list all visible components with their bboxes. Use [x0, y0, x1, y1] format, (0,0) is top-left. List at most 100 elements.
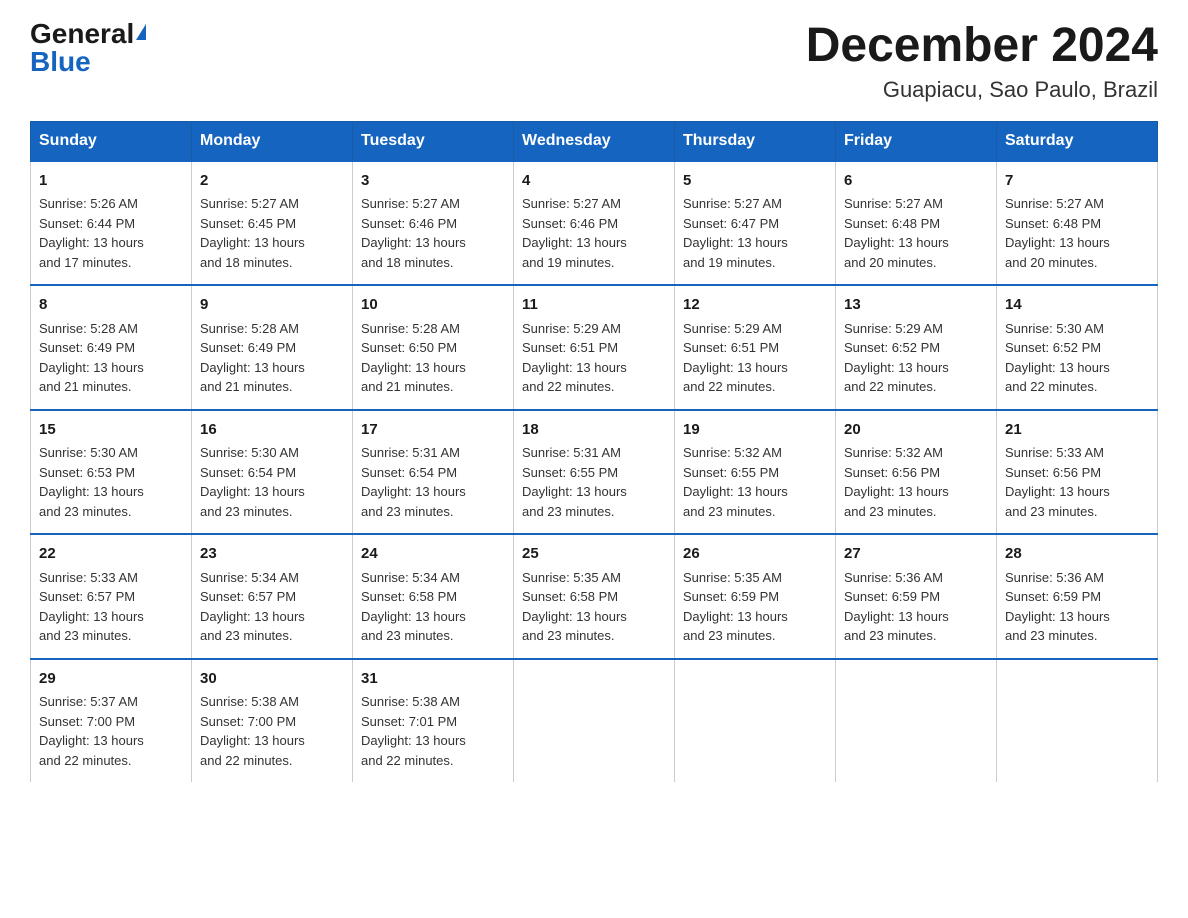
- table-row: 6 Sunrise: 5:27 AMSunset: 6:48 PMDayligh…: [836, 161, 997, 286]
- day-info: Sunrise: 5:37 AMSunset: 7:00 PMDaylight:…: [39, 694, 144, 768]
- day-info: Sunrise: 5:34 AMSunset: 6:58 PMDaylight:…: [361, 570, 466, 644]
- day-info: Sunrise: 5:33 AMSunset: 6:57 PMDaylight:…: [39, 570, 144, 644]
- day-number: 2: [200, 170, 344, 193]
- table-row: 8 Sunrise: 5:28 AMSunset: 6:49 PMDayligh…: [31, 285, 192, 410]
- calendar-week-row: 15 Sunrise: 5:30 AMSunset: 6:53 PMDaylig…: [31, 410, 1158, 535]
- calendar-week-row: 1 Sunrise: 5:26 AMSunset: 6:44 PMDayligh…: [31, 161, 1158, 286]
- day-info: Sunrise: 5:38 AMSunset: 7:00 PMDaylight:…: [200, 694, 305, 768]
- table-row: 12 Sunrise: 5:29 AMSunset: 6:51 PMDaylig…: [675, 285, 836, 410]
- day-info: Sunrise: 5:30 AMSunset: 6:53 PMDaylight:…: [39, 445, 144, 519]
- day-info: Sunrise: 5:27 AMSunset: 6:46 PMDaylight:…: [522, 196, 627, 270]
- day-info: Sunrise: 5:27 AMSunset: 6:45 PMDaylight:…: [200, 196, 305, 270]
- day-number: 7: [1005, 170, 1149, 193]
- day-info: Sunrise: 5:27 AMSunset: 6:47 PMDaylight:…: [683, 196, 788, 270]
- table-row: 5 Sunrise: 5:27 AMSunset: 6:47 PMDayligh…: [675, 161, 836, 286]
- col-friday: Friday: [836, 121, 997, 161]
- logo-general-text: General: [30, 20, 134, 48]
- logo-triangle-icon: [136, 24, 146, 40]
- day-number: 24: [361, 543, 505, 566]
- table-row: [997, 659, 1158, 783]
- day-info: Sunrise: 5:32 AMSunset: 6:55 PMDaylight:…: [683, 445, 788, 519]
- table-row: 31 Sunrise: 5:38 AMSunset: 7:01 PMDaylig…: [353, 659, 514, 783]
- day-number: 23: [200, 543, 344, 566]
- day-number: 8: [39, 294, 183, 317]
- logo-blue-text: Blue: [30, 46, 91, 77]
- table-row: 30 Sunrise: 5:38 AMSunset: 7:00 PMDaylig…: [192, 659, 353, 783]
- title-block: December 2024 Guapiacu, Sao Paulo, Brazi…: [806, 20, 1158, 103]
- day-number: 6: [844, 170, 988, 193]
- day-info: Sunrise: 5:31 AMSunset: 6:55 PMDaylight:…: [522, 445, 627, 519]
- day-info: Sunrise: 5:27 AMSunset: 6:46 PMDaylight:…: [361, 196, 466, 270]
- day-number: 26: [683, 543, 827, 566]
- day-info: Sunrise: 5:33 AMSunset: 6:56 PMDaylight:…: [1005, 445, 1110, 519]
- day-number: 29: [39, 668, 183, 691]
- day-info: Sunrise: 5:36 AMSunset: 6:59 PMDaylight:…: [844, 570, 949, 644]
- table-row: 27 Sunrise: 5:36 AMSunset: 6:59 PMDaylig…: [836, 534, 997, 659]
- day-number: 10: [361, 294, 505, 317]
- day-info: Sunrise: 5:27 AMSunset: 6:48 PMDaylight:…: [1005, 196, 1110, 270]
- day-number: 13: [844, 294, 988, 317]
- day-info: Sunrise: 5:29 AMSunset: 6:51 PMDaylight:…: [683, 321, 788, 395]
- day-number: 22: [39, 543, 183, 566]
- table-row: 2 Sunrise: 5:27 AMSunset: 6:45 PMDayligh…: [192, 161, 353, 286]
- calendar-week-row: 22 Sunrise: 5:33 AMSunset: 6:57 PMDaylig…: [31, 534, 1158, 659]
- calendar-subtitle: Guapiacu, Sao Paulo, Brazil: [806, 77, 1158, 103]
- header: General Blue December 2024 Guapiacu, Sao…: [30, 20, 1158, 103]
- table-row: 24 Sunrise: 5:34 AMSunset: 6:58 PMDaylig…: [353, 534, 514, 659]
- day-number: 9: [200, 294, 344, 317]
- day-info: Sunrise: 5:34 AMSunset: 6:57 PMDaylight:…: [200, 570, 305, 644]
- table-row: 29 Sunrise: 5:37 AMSunset: 7:00 PMDaylig…: [31, 659, 192, 783]
- table-row: [514, 659, 675, 783]
- day-number: 28: [1005, 543, 1149, 566]
- calendar-title: December 2024: [806, 20, 1158, 73]
- day-info: Sunrise: 5:30 AMSunset: 6:54 PMDaylight:…: [200, 445, 305, 519]
- day-info: Sunrise: 5:30 AMSunset: 6:52 PMDaylight:…: [1005, 321, 1110, 395]
- day-number: 1: [39, 170, 183, 193]
- table-row: 16 Sunrise: 5:30 AMSunset: 6:54 PMDaylig…: [192, 410, 353, 535]
- day-info: Sunrise: 5:38 AMSunset: 7:01 PMDaylight:…: [361, 694, 466, 768]
- day-number: 21: [1005, 419, 1149, 442]
- table-row: 15 Sunrise: 5:30 AMSunset: 6:53 PMDaylig…: [31, 410, 192, 535]
- table-row: 25 Sunrise: 5:35 AMSunset: 6:58 PMDaylig…: [514, 534, 675, 659]
- table-row: 10 Sunrise: 5:28 AMSunset: 6:50 PMDaylig…: [353, 285, 514, 410]
- table-row: 11 Sunrise: 5:29 AMSunset: 6:51 PMDaylig…: [514, 285, 675, 410]
- table-row: 9 Sunrise: 5:28 AMSunset: 6:49 PMDayligh…: [192, 285, 353, 410]
- day-info: Sunrise: 5:28 AMSunset: 6:49 PMDaylight:…: [39, 321, 144, 395]
- col-tuesday: Tuesday: [353, 121, 514, 161]
- table-row: 7 Sunrise: 5:27 AMSunset: 6:48 PMDayligh…: [997, 161, 1158, 286]
- day-number: 15: [39, 419, 183, 442]
- col-monday: Monday: [192, 121, 353, 161]
- day-number: 18: [522, 419, 666, 442]
- table-row: 28 Sunrise: 5:36 AMSunset: 6:59 PMDaylig…: [997, 534, 1158, 659]
- day-info: Sunrise: 5:32 AMSunset: 6:56 PMDaylight:…: [844, 445, 949, 519]
- day-info: Sunrise: 5:35 AMSunset: 6:59 PMDaylight:…: [683, 570, 788, 644]
- day-info: Sunrise: 5:35 AMSunset: 6:58 PMDaylight:…: [522, 570, 627, 644]
- calendar-table: Sunday Monday Tuesday Wednesday Thursday…: [30, 121, 1158, 783]
- table-row: 26 Sunrise: 5:35 AMSunset: 6:59 PMDaylig…: [675, 534, 836, 659]
- table-row: 1 Sunrise: 5:26 AMSunset: 6:44 PMDayligh…: [31, 161, 192, 286]
- table-row: 19 Sunrise: 5:32 AMSunset: 6:55 PMDaylig…: [675, 410, 836, 535]
- day-number: 20: [844, 419, 988, 442]
- day-info: Sunrise: 5:28 AMSunset: 6:50 PMDaylight:…: [361, 321, 466, 395]
- table-row: 4 Sunrise: 5:27 AMSunset: 6:46 PMDayligh…: [514, 161, 675, 286]
- day-number: 14: [1005, 294, 1149, 317]
- day-number: 31: [361, 668, 505, 691]
- table-row: 20 Sunrise: 5:32 AMSunset: 6:56 PMDaylig…: [836, 410, 997, 535]
- table-row: [836, 659, 997, 783]
- col-saturday: Saturday: [997, 121, 1158, 161]
- table-row: 14 Sunrise: 5:30 AMSunset: 6:52 PMDaylig…: [997, 285, 1158, 410]
- day-info: Sunrise: 5:31 AMSunset: 6:54 PMDaylight:…: [361, 445, 466, 519]
- day-number: 27: [844, 543, 988, 566]
- day-number: 12: [683, 294, 827, 317]
- day-info: Sunrise: 5:28 AMSunset: 6:49 PMDaylight:…: [200, 321, 305, 395]
- day-info: Sunrise: 5:27 AMSunset: 6:48 PMDaylight:…: [844, 196, 949, 270]
- table-row: 3 Sunrise: 5:27 AMSunset: 6:46 PMDayligh…: [353, 161, 514, 286]
- col-sunday: Sunday: [31, 121, 192, 161]
- day-number: 25: [522, 543, 666, 566]
- logo: General Blue: [30, 20, 146, 76]
- day-number: 11: [522, 294, 666, 317]
- day-number: 30: [200, 668, 344, 691]
- day-info: Sunrise: 5:29 AMSunset: 6:51 PMDaylight:…: [522, 321, 627, 395]
- table-row: 17 Sunrise: 5:31 AMSunset: 6:54 PMDaylig…: [353, 410, 514, 535]
- day-number: 4: [522, 170, 666, 193]
